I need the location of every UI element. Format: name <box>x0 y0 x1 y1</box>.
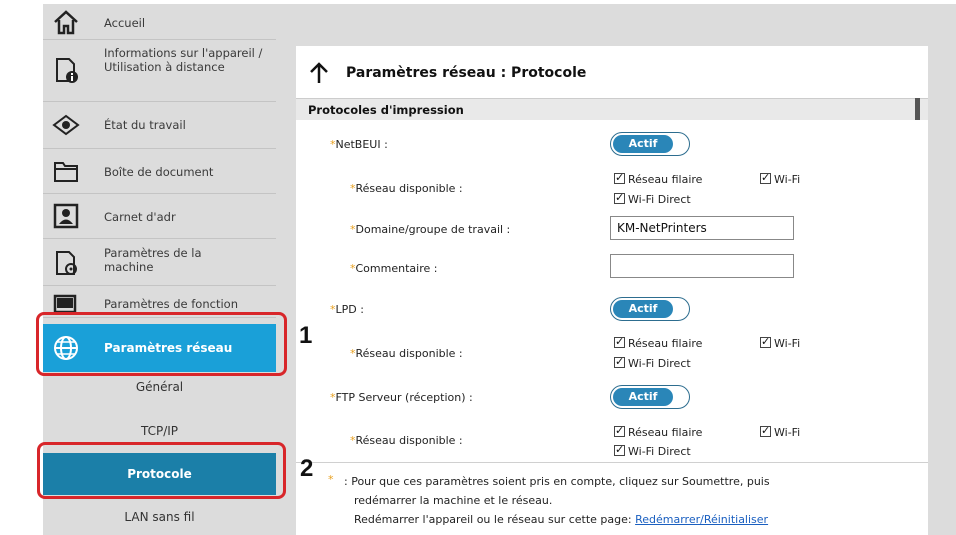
ftp-wired-checkbox[interactable]: Réseau filaire <box>614 424 703 439</box>
checkbox-box <box>614 171 625 184</box>
lpd-wifi-direct-checkbox[interactable]: Wi-Fi Direct <box>614 355 691 370</box>
arrow-up-icon[interactable] <box>308 62 330 84</box>
lpd-wired-checkbox[interactable]: Réseau filaire <box>614 335 703 350</box>
callout-box-1 <box>36 312 287 376</box>
top-band <box>276 4 956 26</box>
checkbox-label: Wi-Fi <box>774 426 801 439</box>
sidebar-item-address-book[interactable]: Carnet d'adr <box>43 194 276 239</box>
scrollbar[interactable] <box>915 98 920 120</box>
lpd-toggle[interactable]: Actif <box>610 297 690 321</box>
lpd-label: *LPD : <box>330 303 364 316</box>
folder-icon <box>54 162 78 182</box>
section-title: Protocoles d'impression <box>308 103 464 117</box>
checkbox-box <box>760 335 771 348</box>
comment-label-text: Commentaire : <box>355 262 438 275</box>
checkbox-box <box>614 191 625 204</box>
ftp-wifi-checkbox[interactable]: Wi-Fi <box>760 424 801 439</box>
lpd-network-label: *Réseau disponible : <box>350 347 463 360</box>
netbeui-network-label: *Réseau disponible : <box>350 182 463 195</box>
page-title: Paramètres réseau : Protocole <box>346 65 587 81</box>
callout-number-2: 2 <box>300 455 314 482</box>
checkbox-label: Wi-Fi <box>774 173 801 186</box>
sidebar-subitem-general[interactable]: Général <box>43 380 276 400</box>
footer-star: * <box>328 473 334 486</box>
domain-label-text: Domaine/groupe de travail : <box>355 223 511 236</box>
sidebar-item-job-status[interactable]: État du travail <box>43 102 276 149</box>
address-book-icon <box>53 203 79 229</box>
footer-line-3-text: Redémarrer l'appareil ou le réseau sur c… <box>354 513 632 526</box>
netbeui-label: *NetBEUI : <box>330 138 388 151</box>
ftp-wifi-direct-checkbox[interactable]: Wi-Fi Direct <box>614 443 691 458</box>
netbeui-network-label-text: Réseau disponible : <box>355 182 463 195</box>
netbeui-wifi-direct-checkbox[interactable]: Wi-Fi Direct <box>614 191 691 206</box>
sidebar-item-label: Paramètres de la machine <box>104 246 202 274</box>
callout-box-2 <box>37 442 286 499</box>
sidebar-subitem-wireless-lan[interactable]: LAN sans fil <box>43 510 276 530</box>
checkbox-label: Réseau filaire <box>628 426 703 439</box>
footer-line-2: redémarrer la machine et le réseau. <box>354 494 553 507</box>
section-header: Protocoles d'impression <box>296 98 928 120</box>
callout-number-1: 1 <box>299 322 313 349</box>
checkbox-box <box>614 443 625 456</box>
netbeui-toggle[interactable]: Actif <box>610 132 690 156</box>
footer-note: * : Pour que ces paramètres soient pris … <box>296 462 928 535</box>
sidebar-item-label: Carnet d'adr <box>104 210 176 224</box>
checkbox-box <box>614 424 625 437</box>
footer-line-3: Redémarrer l'appareil ou le réseau sur c… <box>354 513 768 526</box>
sidebar-subitem-tcpip[interactable]: TCP/IP <box>43 424 276 444</box>
checkbox-box <box>614 335 625 348</box>
domain-label: *Domaine/groupe de travail : <box>350 223 510 236</box>
checkbox-label: Wi-Fi Direct <box>628 445 691 458</box>
footer-line-1: : Pour que ces paramètres soient pris en… <box>344 475 770 488</box>
lpd-label-text: LPD : <box>335 303 364 316</box>
checkbox-label: Wi-Fi Direct <box>628 193 691 206</box>
restart-reset-link[interactable]: Redémarrer/Réinitialiser <box>635 513 768 526</box>
sidebar-item-label: État du travail <box>104 118 186 132</box>
checkbox-box <box>614 355 625 368</box>
ftp-label: *FTP Serveur (réception) : <box>330 391 473 404</box>
eye-icon <box>52 114 80 136</box>
checkbox-label: Réseau filaire <box>628 173 703 186</box>
checkbox-box <box>760 171 771 184</box>
checkbox-box <box>760 424 771 437</box>
ftp-toggle[interactable]: Actif <box>610 385 690 409</box>
comment-label: *Commentaire : <box>350 262 437 275</box>
netbeui-wired-checkbox[interactable]: Réseau filaire <box>614 171 703 186</box>
ftp-toggle-label: Actif <box>613 388 673 406</box>
netbeui-toggle-label: Actif <box>613 135 673 153</box>
sidebar-item-machine-settings[interactable]: Paramètres de la machine <box>43 239 276 286</box>
home-icon <box>54 10 78 35</box>
sidebar-item-label: Boîte de document <box>104 165 214 179</box>
ftp-network-label: *Réseau disponible : <box>350 434 463 447</box>
netbeui-label-text: NetBEUI : <box>335 138 388 151</box>
sidebar-item-document-box[interactable]: Boîte de document <box>43 149 276 194</box>
sidebar-item-device-info[interactable]: Informations sur l'appareil / Utilisatio… <box>43 40 276 102</box>
lpd-toggle-label: Actif <box>613 300 673 318</box>
domain-input[interactable]: KM-NetPrinters <box>610 216 794 240</box>
ftp-network-label-text: Réseau disponible : <box>355 434 463 447</box>
sidebar-item-home[interactable]: Accueil <box>43 4 276 40</box>
ftp-label-text: FTP Serveur (réception) : <box>335 391 473 404</box>
sidebar-item-label: Informations sur l'appareil / Utilisatio… <box>104 46 263 74</box>
sidebar-item-label: Accueil <box>104 16 146 30</box>
checkbox-label: Wi-Fi Direct <box>628 357 691 370</box>
comment-input[interactable] <box>610 254 794 278</box>
checkbox-label: Wi-Fi <box>774 337 801 350</box>
sidebar-item-label: Paramètres de fonction <box>104 297 238 311</box>
checkbox-label: Réseau filaire <box>628 337 703 350</box>
lpd-wifi-checkbox[interactable]: Wi-Fi <box>760 335 801 350</box>
lpd-network-label-text: Réseau disponible : <box>355 347 463 360</box>
device-info-icon <box>56 58 78 83</box>
page-header: Paramètres réseau : Protocole <box>296 56 928 90</box>
machine-settings-icon <box>56 251 77 275</box>
netbeui-wifi-checkbox[interactable]: Wi-Fi <box>760 171 801 186</box>
